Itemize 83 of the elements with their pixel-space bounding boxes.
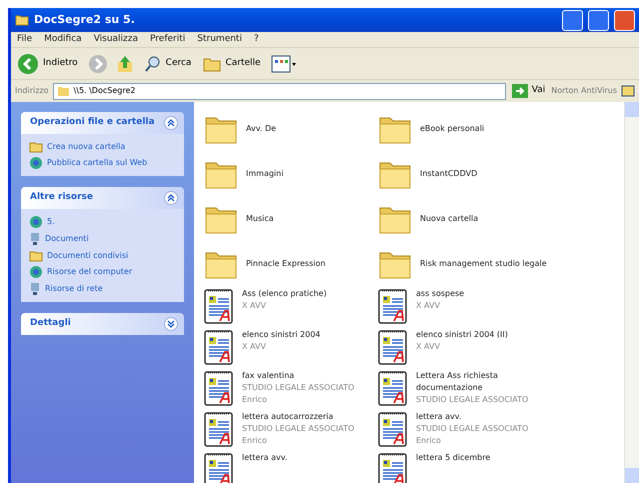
- task-icon: [29, 215, 43, 229]
- file-name[interactable]: lettera autocarrozzeria: [242, 411, 354, 423]
- file-name[interactable]: ass sospese: [416, 288, 464, 300]
- task-link[interactable]: Risorse del computer: [47, 266, 132, 278]
- document-icon[interactable]: [204, 288, 234, 324]
- file-detail: STUDIO LEGALE ASSOCIATO: [416, 394, 530, 406]
- file-name[interactable]: eBook personali: [420, 122, 484, 134]
- document-icon[interactable]: [204, 370, 234, 406]
- task-link[interactable]: Risorse di rete: [45, 283, 103, 295]
- file-name[interactable]: Musica: [246, 212, 274, 224]
- panel-title: Operazioni file e cartella: [30, 116, 155, 130]
- expand-icon[interactable]: [164, 317, 178, 331]
- file-name[interactable]: Avv. De: [246, 122, 276, 134]
- file-detail: X AVV: [416, 341, 441, 353]
- task-link[interactable]: Crea nuova cartella: [47, 140, 126, 152]
- go-button[interactable]: Vai: [510, 84, 548, 98]
- file-detail: X AVV: [242, 341, 267, 353]
- file-name[interactable]: Pinnacle Expression: [246, 258, 326, 270]
- file-name[interactable]: Lettera Ass richiesta documentazione: [416, 370, 550, 394]
- task-icon: [29, 156, 43, 170]
- task-link[interactable]: 5.: [47, 216, 55, 228]
- menu-item[interactable]: File: [17, 32, 32, 46]
- file-name[interactable]: Immagini: [246, 168, 284, 180]
- window-title: DocSegre2 su 5.: [34, 12, 135, 28]
- file-name[interactable]: fax valentina: [242, 370, 354, 382]
- back-button[interactable]: Indietro: [15, 52, 80, 74]
- file-name[interactable]: InstantCDDVD: [420, 168, 478, 180]
- file-detail: Enrico: [242, 435, 268, 447]
- file-detail: STUDIO LEGALE ASSOCIATO: [416, 423, 528, 435]
- file-detail: Enrico: [242, 394, 268, 406]
- menu-item[interactable]: Strumenti: [197, 32, 242, 46]
- file-name[interactable]: lettera avv.: [242, 452, 288, 464]
- menu-item[interactable]: Visualizza: [94, 32, 138, 46]
- document-icon[interactable]: [378, 288, 408, 324]
- search-icon: [144, 54, 162, 72]
- collapse-icon[interactable]: [164, 191, 178, 205]
- task-icon: [29, 249, 43, 262]
- address-field[interactable]: \\5. \DocSegre2: [52, 82, 506, 100]
- file-detail: STUDIO LEGALE ASSOCIATO: [242, 382, 354, 394]
- folder-icon: [15, 14, 29, 26]
- file-name[interactable]: elenco sinistri 2004 (II): [416, 329, 508, 341]
- panel-title: Altre risorse: [30, 191, 93, 204]
- document-icon[interactable]: [378, 370, 408, 406]
- task-icon: [29, 140, 43, 153]
- file-name[interactable]: lettera 5 dicembre: [416, 452, 490, 464]
- norton-label: Norton AntiVirus: [551, 85, 617, 97]
- task-link[interactable]: Documenti condivisi: [47, 250, 128, 262]
- maximize-button[interactable]: [588, 10, 609, 30]
- document-icon[interactable]: [378, 329, 408, 365]
- file-detail: STUDIO LEGALE ASSOCIATO: [242, 423, 354, 435]
- document-icon[interactable]: [378, 411, 408, 447]
- file-name[interactable]: Nuova cartella: [420, 212, 478, 224]
- menu-item[interactable]: ?: [254, 32, 259, 46]
- file-name[interactable]: Ass (elenco pratiche): [242, 288, 327, 300]
- file-detail: X AVV: [242, 300, 267, 312]
- panel-title: Dettagli: [30, 317, 71, 330]
- menu-item[interactable]: Modifica: [44, 32, 82, 46]
- scrollbar[interactable]: [624, 102, 639, 483]
- document-icon[interactable]: [204, 329, 234, 365]
- up-folder-icon[interactable]: [116, 54, 134, 74]
- task-icon: [29, 232, 41, 246]
- task-icon: [29, 282, 41, 296]
- file-name[interactable]: Risk management studio legale: [420, 258, 547, 270]
- collapse-icon[interactable]: [164, 116, 178, 130]
- document-icon[interactable]: [204, 452, 234, 483]
- search-button[interactable]: Cerca: [142, 54, 194, 72]
- folders-button[interactable]: Cartelle: [201, 56, 263, 72]
- file-name[interactable]: elenco sinistri 2004: [242, 329, 320, 341]
- views-icon[interactable]: [270, 54, 297, 72]
- address-label: Indirizzo: [15, 85, 49, 97]
- file-name[interactable]: lettera avv.: [416, 411, 528, 423]
- folder-icon: [203, 56, 222, 72]
- document-icon[interactable]: [204, 411, 234, 447]
- minimize-button[interactable]: [562, 10, 583, 30]
- file-detail: X AVV: [416, 300, 441, 312]
- file-detail: Enrico: [416, 435, 442, 447]
- document-icon[interactable]: [378, 452, 408, 483]
- task-link[interactable]: Pubblica cartella sul Web: [47, 157, 148, 169]
- task-icon: [29, 265, 43, 279]
- folder-icon: [56, 85, 70, 97]
- menu-item[interactable]: Preferiti: [150, 32, 186, 46]
- task-link[interactable]: Documenti: [45, 233, 89, 245]
- close-button[interactable]: [614, 10, 635, 30]
